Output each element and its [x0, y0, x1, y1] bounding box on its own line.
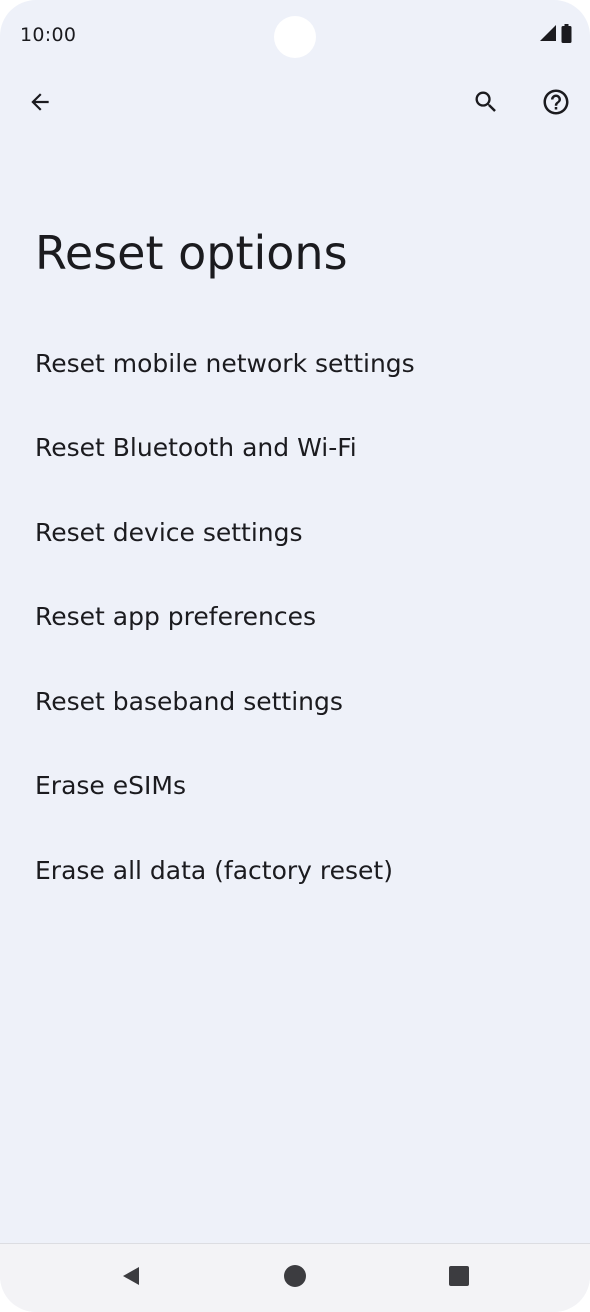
option-label: Erase eSIMs — [35, 771, 186, 801]
page-title: Reset options — [35, 226, 348, 280]
back-button[interactable] — [16, 80, 64, 128]
help-button[interactable] — [532, 80, 580, 128]
status-bar: 10:00 — [0, 0, 590, 72]
option-reset-bluetooth-wifi[interactable]: Reset Bluetooth and Wi-Fi — [0, 406, 590, 491]
status-time: 10:00 — [20, 24, 77, 46]
nav-recents-button[interactable] — [431, 1254, 487, 1302]
option-label: Reset device settings — [35, 517, 303, 547]
option-label: Reset Bluetooth and Wi-Fi — [35, 433, 357, 463]
option-erase-all-data[interactable]: Erase all data (factory reset) — [0, 828, 590, 913]
option-reset-baseband-settings[interactable]: Reset baseband settings — [0, 659, 590, 744]
nav-recents-icon — [448, 1265, 470, 1291]
navigation-bar — [0, 1243, 590, 1312]
status-icons — [539, 23, 572, 47]
option-reset-device-settings[interactable]: Reset device settings — [0, 490, 590, 575]
nav-home-button[interactable] — [267, 1254, 323, 1302]
nav-home-icon — [283, 1264, 307, 1292]
search-button[interactable] — [462, 80, 510, 128]
search-icon — [472, 88, 500, 120]
phone-screen: 10:00 Reset options Reset mobile network… — [0, 0, 590, 1312]
option-erase-esims[interactable]: Erase eSIMs — [0, 744, 590, 829]
option-reset-app-preferences[interactable]: Reset app preferences — [0, 575, 590, 660]
option-reset-mobile-network[interactable]: Reset mobile network settings — [0, 321, 590, 406]
help-icon — [541, 87, 571, 121]
arrow-back-icon — [27, 89, 53, 119]
option-label: Reset mobile network settings — [35, 348, 415, 378]
option-label: Erase all data (factory reset) — [35, 855, 393, 885]
nav-back-icon — [120, 1265, 142, 1291]
app-bar — [0, 72, 590, 136]
signal-icon — [539, 24, 557, 46]
options-list: Reset mobile network settings Reset Blue… — [0, 321, 590, 913]
nav-back-button[interactable] — [103, 1254, 159, 1302]
option-label: Reset app preferences — [35, 602, 317, 632]
option-label: Reset baseband settings — [35, 686, 343, 716]
battery-icon — [561, 23, 572, 47]
camera-cutout — [274, 16, 316, 58]
